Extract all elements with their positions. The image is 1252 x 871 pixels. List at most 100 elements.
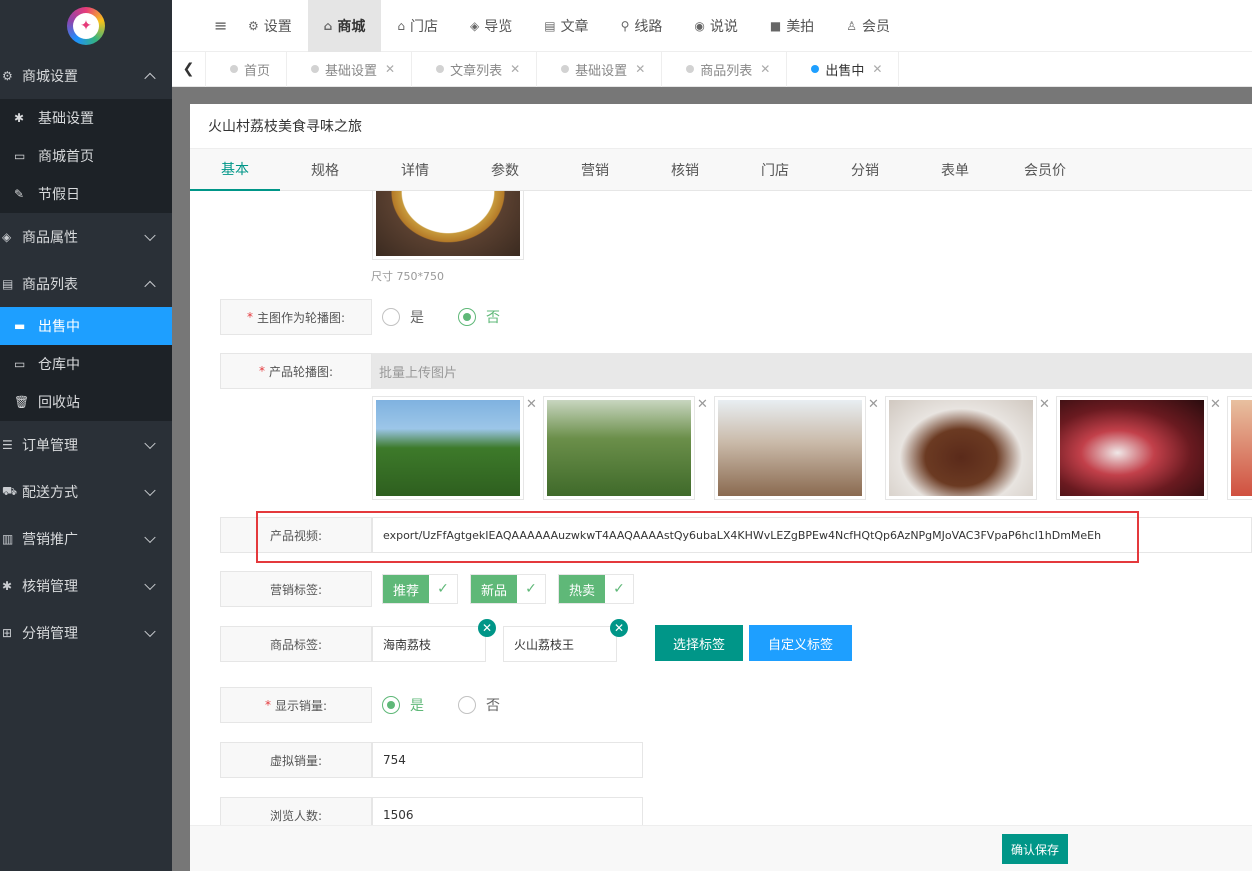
close-icon[interactable]: ✕ [385, 62, 395, 76]
nav-photos[interactable]: ■ 美拍 [754, 0, 830, 52]
nav-stores[interactable]: ⌂ 门店 [381, 0, 454, 52]
sitemap-icon: ⊞ [2, 625, 13, 640]
remove-tag-icon[interactable]: ✕ [478, 619, 496, 637]
checkbox-new[interactable]: 新品 ✓ [470, 574, 547, 604]
sidebar-group-distribution[interactable]: ⊞ 分销管理 [0, 609, 172, 656]
radio-main-yes[interactable]: 是 [382, 307, 424, 327]
tab-stores[interactable]: 门店 [730, 149, 820, 191]
sidebar-item-recycle[interactable]: 🗑 回收站 [0, 383, 172, 421]
tab-params[interactable]: 参数 [460, 149, 550, 191]
close-icon[interactable]: ✕ [635, 62, 645, 76]
row-product-tags: 商品标签: [220, 626, 372, 662]
marketing-checkboxes: 推荐 ✓ 新品 ✓ 热卖 ✓ [382, 574, 646, 604]
sidebar-item-holidays[interactable]: ✎ 节假日 [0, 175, 172, 213]
sidebar-group-product-list[interactable]: ▤ 商品列表 [0, 260, 172, 307]
label-text: 商品标签: [269, 637, 323, 652]
remove-image-icon[interactable]: ✕ [697, 397, 708, 412]
tab-details[interactable]: 详情 [370, 149, 460, 191]
battery-full-icon: ▬ [14, 319, 26, 333]
virtual-sales-input[interactable]: 754 [372, 742, 643, 778]
battery-low-icon: ▭ [14, 357, 26, 371]
nav-members[interactable]: ♙ 会员 [830, 0, 906, 52]
tabs-prev-icon[interactable]: ❮ [172, 51, 206, 87]
car-icon: ⛟ [2, 483, 18, 498]
label-text: 产品轮播图: [268, 364, 334, 379]
tab-label: 商品列表 [700, 63, 753, 79]
page-tab-product-list[interactable]: 商品列表 ✕ [662, 51, 788, 87]
checkbox-label: 新品 [471, 575, 518, 603]
remove-image-icon[interactable]: ✕ [1210, 397, 1221, 412]
select-tags-button[interactable]: 选择标签 [655, 625, 743, 661]
page-tab-on-sale[interactable]: 出售中 ✕ [787, 51, 900, 87]
sidebar-group-marketing[interactable]: ▥ 营销推广 [0, 515, 172, 562]
tab-verification[interactable]: 核销 [640, 149, 730, 191]
checkbox-label: 推荐 [383, 575, 430, 603]
tab-form[interactable]: 表单 [910, 149, 1000, 191]
views-input[interactable]: 1506 [372, 797, 643, 827]
product-tag: 海南荔枝 [372, 626, 486, 662]
sidebar-group-product-attrs[interactable]: ◈ 商品属性 [0, 213, 172, 260]
remove-image-icon[interactable]: ✕ [1039, 397, 1050, 412]
carousel-image[interactable] [372, 396, 524, 500]
field-label: 浏览人数: [220, 797, 372, 827]
nav-guide[interactable]: ◈ 导览 [454, 0, 528, 52]
tab-marketing[interactable]: 营销 [550, 149, 640, 191]
remove-image-icon[interactable]: ✕ [526, 397, 537, 412]
sidebar-group-verification[interactable]: ✱ 核销管理 [0, 562, 172, 609]
checkbox-hot[interactable]: 热卖 ✓ [558, 574, 635, 604]
newspaper-icon: ▤ [544, 18, 556, 33]
radio-main-no[interactable]: 否 [458, 307, 500, 327]
carousel-image[interactable] [1227, 396, 1252, 500]
tab-label: 基础设置 [325, 63, 378, 79]
sidebar-item-on-sale[interactable]: ▬ 出售中 [0, 307, 172, 345]
highlight-box [256, 511, 1139, 563]
carousel-image[interactable] [885, 396, 1037, 500]
carousel-image[interactable] [543, 396, 695, 500]
confirm-save-button[interactable]: 确认保存 [1002, 834, 1068, 864]
close-icon[interactable]: ✕ [760, 62, 770, 76]
tab-dot [686, 65, 695, 73]
nav-routes[interactable]: ⚲ 线路 [605, 0, 679, 52]
sidebar-item-basic-settings[interactable]: ✱ 基础设置 [0, 99, 172, 137]
tab-member-price[interactable]: 会员价 [1000, 149, 1090, 191]
remove-tag-icon[interactable]: ✕ [610, 619, 628, 637]
page-tab-articles[interactable]: 文章列表 ✕ [412, 51, 538, 87]
carousel-image[interactable] [1056, 396, 1208, 500]
chevron-down-icon [144, 578, 156, 590]
app-root: { "sidebar": { "groups": [ {"label":"商城设… [0, 0, 1252, 871]
checkbox-recommend[interactable]: 推荐 ✓ [382, 574, 459, 604]
nav-posts[interactable]: ◉ 说说 [678, 0, 753, 52]
tab-basic[interactable]: 基本 [190, 149, 280, 191]
nav-settings[interactable]: ⚙ 设置 [232, 0, 308, 52]
remove-image-icon[interactable]: ✕ [868, 397, 879, 412]
chevron-down-icon [144, 437, 156, 449]
nav-articles[interactable]: ▤ 文章 [528, 0, 604, 52]
radio-sales-yes[interactable]: 是 [382, 695, 424, 715]
page-tab-basic-settings[interactable]: 基础设置 ✕ [287, 51, 413, 87]
tab-spec[interactable]: 规格 [280, 149, 370, 191]
tab-label: 基础设置 [575, 63, 628, 79]
submenu-product-list: ▬ 出售中 ▭ 仓库中 🗑 回收站 [0, 307, 172, 421]
sidebar-group-orders[interactable]: ☰ 订单管理 [0, 421, 172, 468]
item-label: 节假日 [38, 187, 80, 203]
close-icon[interactable]: ✕ [872, 62, 882, 76]
chat-icon: ◉ [694, 18, 705, 33]
sidebar-item-shop-home[interactable]: ▭ 商城首页 [0, 137, 172, 175]
cube-icon: ◈ [2, 229, 12, 244]
sidebar-group-shop-settings[interactable]: ⚙ 商城设置 [0, 52, 172, 99]
menu-toggle-icon[interactable]: ≡ [172, 0, 227, 52]
page-tab-home[interactable]: 首页 [206, 51, 288, 87]
batch-upload-button[interactable]: 批量上传图片 [372, 353, 1252, 389]
label-text: 虚拟销量: [269, 753, 323, 768]
custom-tags-button[interactable]: 自定义标签 [749, 625, 852, 661]
close-icon[interactable]: ✕ [510, 62, 520, 76]
main-image[interactable] [372, 191, 524, 260]
item-label: 基础设置 [38, 111, 94, 127]
radio-sales-no[interactable]: 否 [458, 695, 500, 715]
sidebar-item-warehouse[interactable]: ▭ 仓库中 [0, 345, 172, 383]
carousel-image[interactable] [714, 396, 866, 500]
tab-distribution[interactable]: 分销 [820, 149, 910, 191]
sidebar-group-delivery[interactable]: ⛟ 配送方式 [0, 468, 172, 515]
page-tab-basic-settings-2[interactable]: 基础设置 ✕ [537, 51, 663, 87]
nav-shop[interactable]: ⌂ 商城 [307, 0, 382, 52]
